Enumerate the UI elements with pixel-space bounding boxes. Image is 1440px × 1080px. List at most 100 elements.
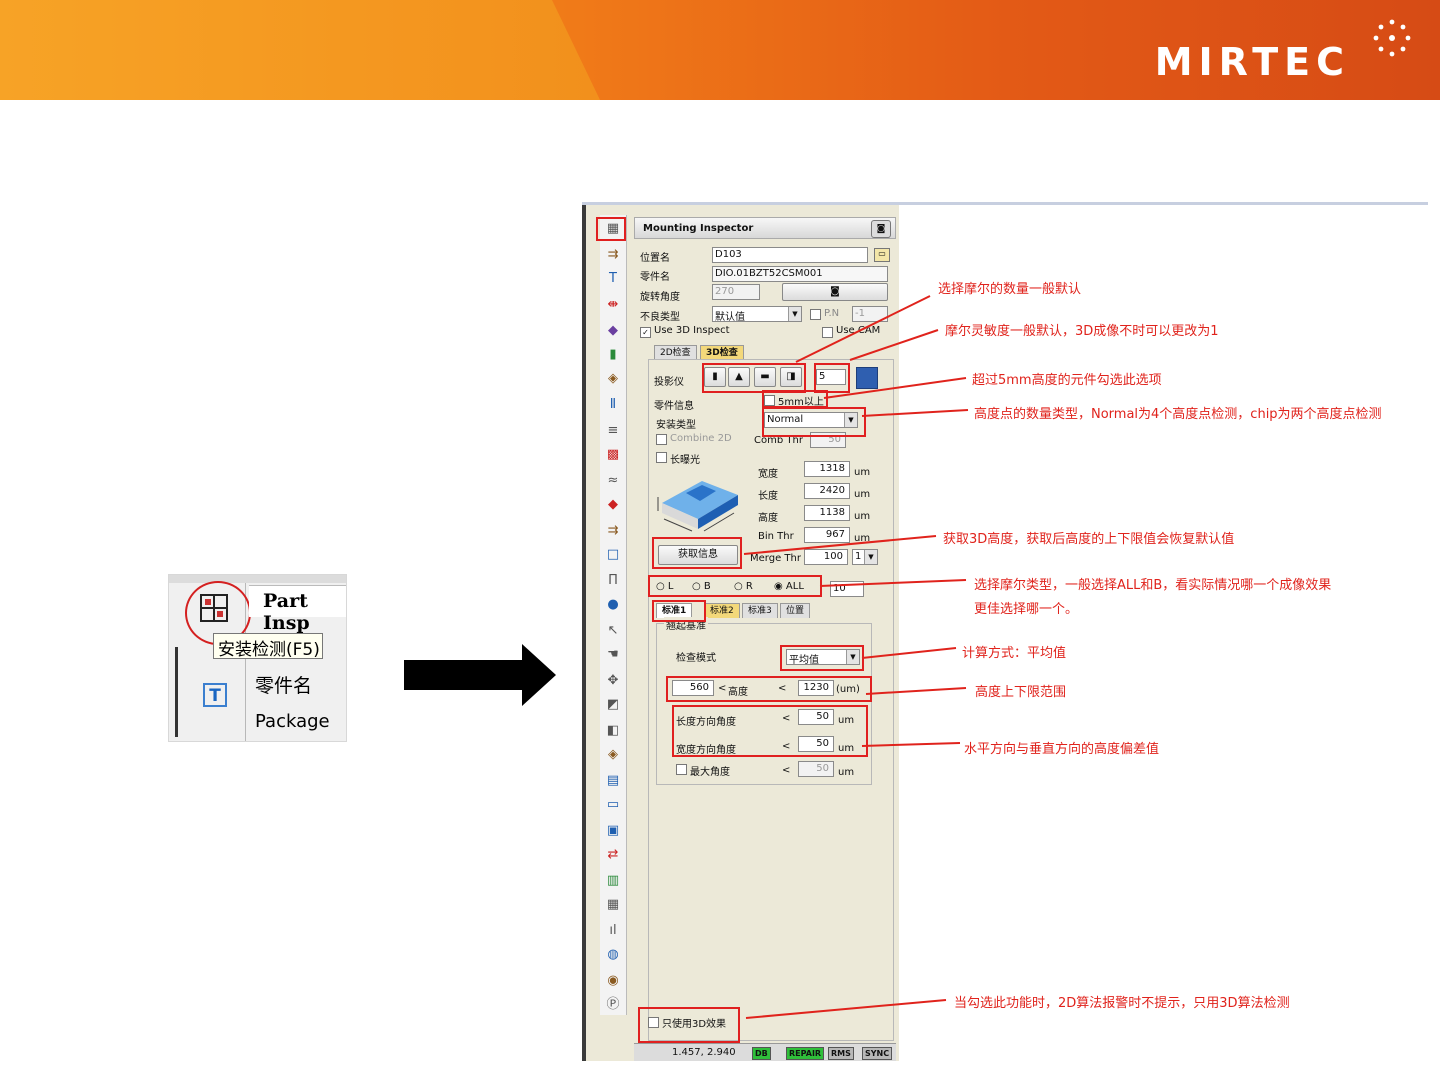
length-field[interactable]: 2420 [804, 483, 850, 499]
tab-standard-2[interactable]: 标准2 [704, 603, 740, 618]
pointer-icon[interactable]: ↖ [604, 623, 622, 639]
mirror-icon[interactable]: ⇉ [604, 523, 622, 539]
location-label: 位置名 [640, 253, 670, 264]
combine2d-checkbox[interactable] [656, 434, 667, 445]
eraser-icon[interactable]: ◆ [604, 497, 622, 513]
board-icon[interactable]: ◈ [604, 747, 622, 763]
location-field[interactable]: D103 [712, 247, 868, 263]
status-sync[interactable]: SYNC [862, 1047, 893, 1060]
highlight-mount-type [762, 407, 866, 437]
text-icon[interactable]: T [203, 683, 227, 707]
long-exposure-label: 长曝光 [670, 455, 700, 466]
list-icon[interactable]: ▤ [604, 773, 622, 789]
tab-2d-inspect[interactable]: 2D检查 [654, 345, 697, 360]
chip-icon[interactable]: ◆ [604, 323, 622, 339]
chart-icon[interactable]: ıl [604, 923, 622, 939]
cube-icon[interactable]: ◧ [604, 723, 622, 739]
rotate-button[interactable]: ◙ [782, 283, 888, 301]
max-angle-field[interactable]: 50 [798, 761, 834, 777]
rgb-icon[interactable]: ▩ [604, 447, 622, 463]
lead-icon[interactable]: Ⅱ [604, 397, 622, 413]
mergethr-field[interactable]: 100 [804, 549, 848, 565]
stack-icon[interactable]: ▥ [604, 873, 622, 889]
solder-icon[interactable]: ≡ [604, 423, 622, 439]
height-unit: um [854, 511, 871, 522]
pcb-icon[interactable]: ▦ [604, 897, 622, 913]
moire-type-stepper[interactable]: 10 [830, 581, 864, 597]
long-exposure-checkbox[interactable] [656, 452, 667, 463]
height-field[interactable]: 1138 [804, 505, 850, 521]
note-deviation: 水平方向与垂直方向的高度偏差值 [964, 742, 1160, 757]
defect-type-select[interactable]: 默认值 ▼ [712, 306, 802, 323]
camera-icon[interactable]: ◙ [871, 220, 891, 238]
highlight-standard-tab [652, 600, 706, 622]
merge-select[interactable]: 1 ▼ [852, 549, 878, 565]
width-label: 宽度 [758, 469, 778, 480]
zoom-inset: Part Insp 安装检测(F5) T 零件名 Package [168, 574, 347, 742]
grid-icon[interactable] [856, 367, 878, 389]
status-repair[interactable]: REPAIR [786, 1047, 825, 1060]
width-unit: um [854, 467, 871, 478]
part-inspector-tab[interactable]: Part Insp [249, 585, 346, 634]
search-board-icon[interactable]: ◉ [604, 973, 622, 989]
screen-icon[interactable]: ▣ [604, 823, 622, 839]
layer-icon[interactable]: ◈ [604, 371, 622, 387]
height-label: 高度 [758, 513, 778, 524]
move-icon[interactable]: ✥ [604, 673, 622, 689]
window-title-text: Mounting Inspector [643, 223, 754, 234]
note-moire-type-2: 更佳选择哪一个。 [974, 602, 1079, 617]
highlight-moire-count [814, 363, 850, 393]
max-angle-unit: um [838, 767, 855, 778]
part-info-label: 零件信息 [654, 401, 694, 412]
component-icon[interactable]: ⇼ [604, 297, 622, 313]
highlight-get-info [652, 537, 742, 569]
align-icon[interactable]: ⇉ [604, 247, 622, 263]
header-banner: MIRTEC [0, 0, 1440, 100]
usecam-checkbox[interactable] [822, 327, 833, 338]
status-db[interactable]: DB [752, 1047, 771, 1060]
box-icon[interactable]: □ [604, 547, 622, 563]
swap-icon[interactable]: ⇄ [604, 847, 622, 863]
combine2d-label: Combine 2D [670, 433, 732, 444]
color-icon[interactable]: ▮ [604, 347, 622, 363]
folder-icon[interactable]: ▭ [874, 248, 890, 262]
globe-icon[interactable]: ◍ [604, 947, 622, 963]
rotation-field[interactable]: 270 [712, 284, 760, 300]
p-icon[interactable]: Ⓟ [604, 997, 622, 1013]
note-moire-type: 选择摩尔类型，一般选择ALL和B，看实际情况哪一个成像效果 [974, 578, 1332, 593]
highlight-toolbar-icon [596, 217, 626, 241]
mount-type-label: 安装类型 [656, 420, 696, 431]
dot-icon[interactable]: ● [604, 597, 622, 613]
contrast-icon[interactable]: ◩ [604, 697, 622, 713]
tab-standard-3[interactable]: 标准3 [742, 603, 778, 618]
width-field[interactable]: 1318 [804, 461, 850, 477]
rotation-label: 旋转角度 [640, 292, 680, 303]
part-name-label: 零件名 [640, 272, 670, 283]
status-rms[interactable]: RMS [828, 1047, 854, 1060]
max-angle-checkbox[interactable] [676, 764, 687, 775]
use3d-checkbox[interactable]: ✓ [640, 327, 651, 338]
max-angle-label: 最大角度 [690, 767, 730, 778]
tab-3d-inspect[interactable]: 3D检查 [700, 345, 744, 360]
binthr-label: Bin Thr [758, 531, 794, 542]
mode-label: 检查模式 [676, 653, 716, 664]
bridge-icon[interactable]: ≈ [604, 473, 622, 489]
length-label: 长度 [758, 491, 778, 502]
part-name-field[interactable]: DIO.01BZT52CSM001 [712, 266, 888, 282]
note-height-points: 高度点的数量类型，Normal为4个高度点检测，chip为两个高度点检测 [974, 407, 1382, 422]
inset-package-label: Package [255, 711, 330, 732]
pin-icon[interactable]: Π [604, 573, 622, 589]
highlight-angle-deviation [672, 705, 868, 757]
pn-field[interactable]: -1 [852, 306, 888, 322]
note-moire-count: 选择摩尔的数量一般默认 [938, 282, 1082, 297]
monitor-icon[interactable]: ▭ [604, 797, 622, 813]
note-height-range: 高度上下限范围 [975, 685, 1067, 700]
tab-position[interactable]: 位置 [780, 603, 811, 618]
hand-icon[interactable]: ☚ [604, 647, 622, 663]
pn-checkbox[interactable] [810, 309, 821, 320]
text-icon[interactable]: T [604, 271, 622, 287]
binthr-field[interactable]: 967 [804, 527, 850, 543]
note-get-3d-height: 获取3D高度，获取后高度的上下限值会恢复默认值 [943, 532, 1235, 547]
status-bar: 1.457, 2.940 DB REPAIR RMS SYNC [634, 1043, 896, 1061]
note-calc-mode: 计算方式：平均值 [962, 646, 1067, 661]
